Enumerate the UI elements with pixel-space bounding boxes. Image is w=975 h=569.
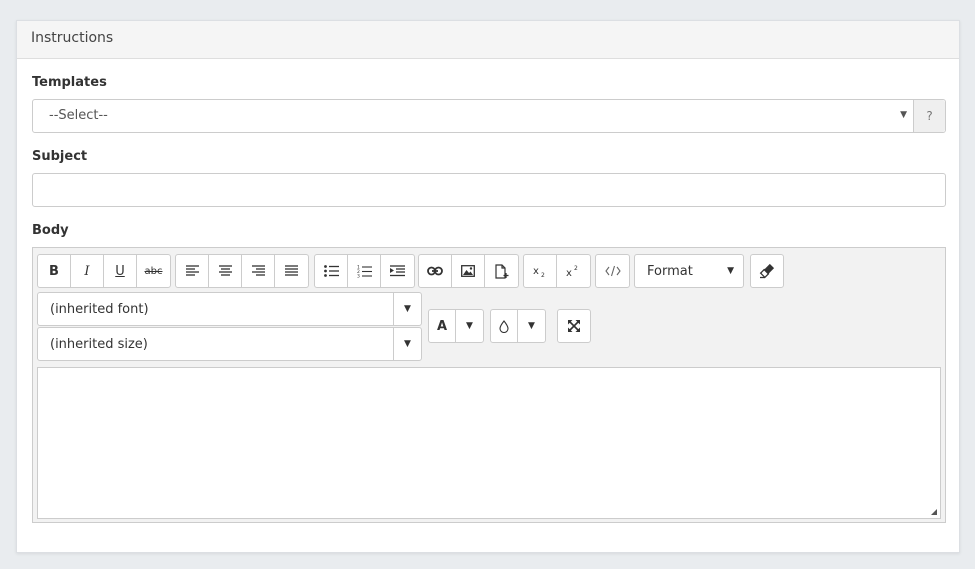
- subscript-icon: x2: [533, 266, 545, 277]
- svg-text:2: 2: [574, 265, 578, 272]
- script-group: x2 x2: [523, 254, 591, 288]
- align-justify-icon: [285, 265, 298, 276]
- numbered-list-button[interactable]: 123: [348, 255, 381, 287]
- align-right-button[interactable]: [242, 255, 275, 287]
- link-button[interactable]: [419, 255, 452, 287]
- code-group: [595, 254, 630, 288]
- svg-text:x: x: [566, 268, 572, 277]
- caret-down-icon: ▼: [393, 293, 421, 325]
- align-justify-button[interactable]: [275, 255, 308, 287]
- indent-icon: [390, 265, 405, 277]
- font-family-value: (inherited font): [50, 302, 149, 317]
- templates-help-button[interactable]: ?: [913, 100, 945, 132]
- subject-input[interactable]: [32, 173, 946, 207]
- body-label: Body: [32, 223, 69, 238]
- bullet-list-icon: [323, 265, 339, 277]
- format-dropdown[interactable]: Format ▼: [634, 254, 744, 288]
- font-color-dropdown-toggle[interactable]: ▼: [456, 310, 483, 342]
- rich-text-editor: B I U abc 123 x 2 x 2 Format ▼ (inherite…: [32, 247, 946, 523]
- templates-selected-value: --Select--: [49, 108, 108, 123]
- bold-button[interactable]: B: [38, 255, 71, 287]
- background-color-button[interactable]: [491, 310, 518, 342]
- image-button[interactable]: [452, 255, 485, 287]
- file-add-icon: [494, 263, 508, 279]
- superscript-button[interactable]: x2: [557, 255, 590, 287]
- text-style-group: B I U abc: [37, 254, 171, 288]
- align-right-icon: [251, 265, 265, 276]
- bullet-list-button[interactable]: [315, 255, 348, 287]
- underline-button[interactable]: U: [104, 255, 137, 287]
- numbered-list-icon: 123: [357, 265, 372, 278]
- clear-formatting-button[interactable]: [750, 254, 784, 288]
- subject-label: Subject: [32, 149, 88, 164]
- italic-button[interactable]: I: [71, 255, 104, 287]
- panel-title: Instructions: [17, 21, 959, 59]
- insert-group: [418, 254, 519, 288]
- background-color-dropdown-toggle[interactable]: ▼: [518, 310, 545, 342]
- code-icon: [604, 265, 621, 277]
- templates-label: Templates: [32, 75, 107, 90]
- expand-icon: [568, 320, 580, 332]
- font-size-value: (inherited size): [50, 337, 148, 352]
- code-view-button[interactable]: [596, 255, 629, 287]
- eraser-icon: [759, 263, 775, 279]
- image-icon: [461, 265, 475, 277]
- font-size-dropdown[interactable]: (inherited size) ▼: [37, 327, 422, 361]
- caret-down-icon: ▼: [528, 321, 535, 331]
- insert-file-button[interactable]: [485, 255, 518, 287]
- font-family-dropdown[interactable]: (inherited font) ▼: [37, 292, 422, 326]
- format-label: Format: [647, 264, 693, 279]
- font-color-split-button: A ▼: [428, 309, 484, 343]
- caret-down-icon: ▼: [900, 110, 907, 120]
- align-left-icon: [185, 265, 199, 276]
- subscript-button[interactable]: x2: [524, 255, 557, 287]
- font-color-button[interactable]: A: [429, 310, 456, 342]
- caret-down-icon: ▼: [727, 266, 734, 276]
- caret-down-icon: ▼: [466, 321, 473, 331]
- link-icon: [427, 266, 443, 276]
- instructions-panel: Instructions Templates --Select-- ▼ ? Su…: [16, 20, 960, 553]
- svg-text:x: x: [533, 266, 539, 277]
- align-center-icon: [218, 265, 232, 276]
- svg-text:2: 2: [541, 272, 545, 277]
- align-center-button[interactable]: [209, 255, 242, 287]
- svg-text:3: 3: [357, 273, 360, 278]
- drop-icon: [499, 319, 509, 333]
- list-group: 123: [314, 254, 415, 288]
- background-color-split-button: ▼: [490, 309, 546, 343]
- templates-select-group: --Select-- ▼ ?: [32, 99, 946, 133]
- fullscreen-button[interactable]: [557, 309, 591, 343]
- resize-handle[interactable]: [931, 509, 937, 515]
- body-editing-area[interactable]: [37, 367, 941, 519]
- templates-select[interactable]: --Select-- ▼: [33, 100, 913, 132]
- caret-down-icon: ▼: [393, 328, 421, 360]
- indent-button[interactable]: [381, 255, 414, 287]
- strikethrough-button[interactable]: abc: [137, 255, 170, 287]
- superscript-icon: x2: [566, 265, 578, 277]
- alignment-group: [175, 254, 309, 288]
- align-left-button[interactable]: [176, 255, 209, 287]
